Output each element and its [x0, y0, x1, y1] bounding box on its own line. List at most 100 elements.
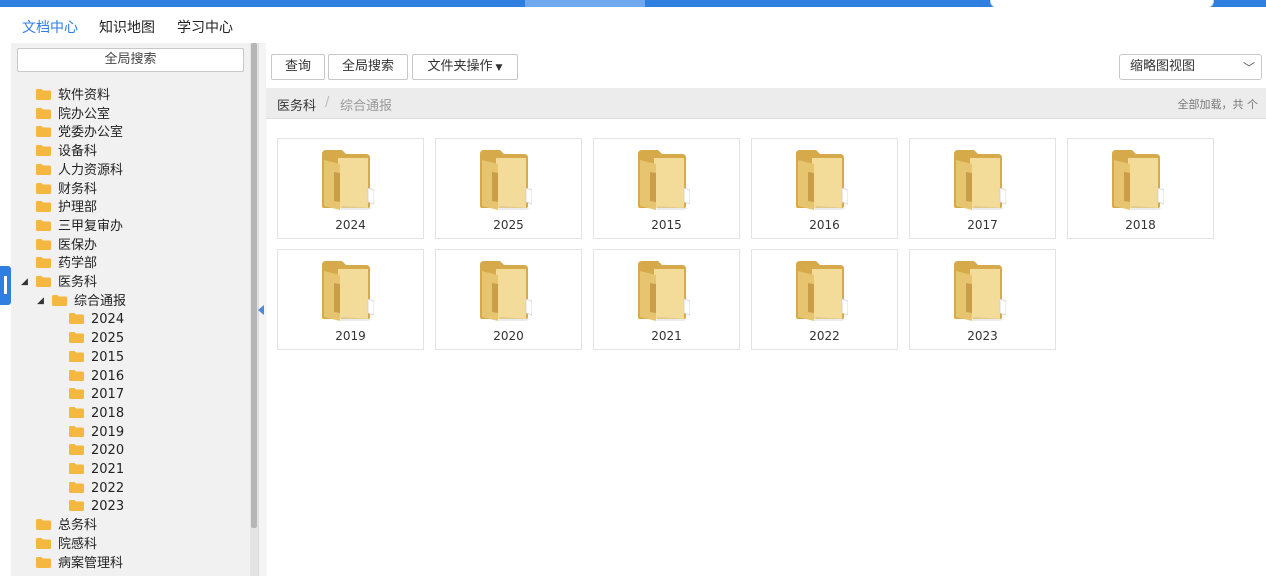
folder-card-label: 2020 — [493, 329, 524, 343]
folder-card-label: 2018 — [1125, 218, 1156, 232]
folder-thumbnail-icon — [480, 261, 532, 321]
tree-node-label: 三甲复审办 — [58, 218, 124, 234]
tree-node-label: 医保办 — [58, 237, 98, 253]
folder-card[interactable]: 2017 — [909, 138, 1056, 239]
folder-card[interactable]: 2019 — [277, 249, 424, 350]
folder-grid: 2024 2025 2015 2016 2017 2018 2019 2020 2021 2022… — [266, 119, 1266, 576]
tree-node-label: 2022 — [91, 480, 125, 496]
caret-down-icon: ▼ — [495, 63, 503, 73]
tree-node-label: 2018 — [91, 405, 125, 421]
active-top-nav-highlight — [525, 0, 645, 7]
tree-node-label: 2016 — [91, 368, 125, 384]
folder-icon — [69, 481, 84, 493]
tree-node-label: 2017 — [91, 387, 125, 403]
tree-node-label: 药学部 — [58, 256, 98, 272]
folder-card[interactable]: 2021 — [593, 249, 740, 350]
folder-card-label: 2015 — [651, 218, 682, 232]
app-header-strip — [0, 0, 1266, 8]
folder-icon — [36, 537, 51, 549]
folder-icon — [36, 238, 51, 250]
chevron-down-icon: ﹀ — [1242, 61, 1255, 75]
folder-icon — [36, 257, 51, 269]
tree-node-label: 院办公室 — [58, 106, 111, 122]
folder-thumbnail-icon — [954, 150, 1006, 210]
global-search-toolbar-button[interactable]: 全局搜索 — [328, 54, 408, 80]
folder-card[interactable]: 2018 — [1067, 138, 1214, 239]
folder-card-label: 2017 — [967, 218, 998, 232]
folder-card[interactable]: 2020 — [435, 249, 582, 350]
sidebar-scrollbar-thumb[interactable] — [251, 43, 257, 528]
tree-node-label: 医务科 — [58, 275, 98, 290]
query-button[interactable]: 查询 — [271, 54, 325, 80]
tree-node-label: 软件资料 — [58, 88, 111, 103]
folder-card-label: 2022 — [809, 329, 840, 343]
global-search-button[interactable]: 全局搜索 — [17, 48, 244, 72]
folder-icon — [69, 313, 84, 325]
breadcrumb: 医务科 / 综合通报 全部加载，共 个 — [266, 88, 1266, 119]
tree-node-label: 2024 — [91, 312, 125, 328]
folder-thumbnail-icon — [638, 150, 690, 210]
tree-node-label: 财务科 — [58, 181, 98, 197]
folder-icon — [69, 350, 84, 362]
folder-ops-label: 文件夹操作 — [427, 59, 493, 74]
folder-icon — [36, 219, 51, 231]
view-mode-select[interactable]: 缩略图视图 ﹀ — [1119, 54, 1262, 80]
tab-learning-center[interactable]: 学习中心 — [177, 17, 233, 37]
tree-node-label: 2023 — [91, 499, 125, 515]
tree-node-label: 人力资源科 — [58, 162, 124, 178]
tree-node-label: 2020 — [91, 443, 125, 459]
folder-icon — [69, 406, 84, 418]
tree-node-label: 2015 — [91, 349, 125, 365]
folder-icon — [69, 369, 84, 381]
folder-thumbnail-icon — [480, 150, 532, 210]
folder-card-label: 2025 — [493, 218, 524, 232]
collapse-panel-icon[interactable] — [258, 305, 264, 315]
folder-thumbnail-icon — [1112, 150, 1164, 210]
folder-icon — [69, 425, 84, 437]
folder-card-label: 2024 — [335, 218, 366, 232]
folder-thumbnail-icon — [954, 261, 1006, 321]
load-status-text: 全部加载，共 个 — [1177, 98, 1259, 111]
folder-card[interactable]: 2016 — [751, 138, 898, 239]
folder-icon — [36, 276, 51, 287]
tab-knowledge-map[interactable]: 知识地图 — [99, 17, 155, 37]
folder-icon — [36, 145, 51, 157]
module-tabs: 文档中心 知识地图 学习中心 — [0, 7, 1266, 43]
tree-node-label: 2025 — [91, 331, 125, 347]
tree-node-label: 院感科 — [58, 536, 98, 552]
folder-icon — [52, 294, 67, 306]
folder-icon — [36, 89, 51, 100]
expand-arrow-icon[interactable]: ◢ — [21, 277, 28, 287]
breadcrumb-item-current: 综合通报 — [340, 99, 393, 114]
folder-icon — [36, 519, 51, 531]
folder-card-label: 2021 — [651, 329, 682, 343]
folder-tree-panel: 全局搜索 软件资料 院办公室 党委办公室 设备科 人力资源科 财务科 护理部 三甲复审办 医保办… — [11, 43, 250, 576]
breadcrumb-separator: / — [325, 95, 330, 110]
folder-icon — [69, 332, 84, 344]
folder-card[interactable]: 2025 — [435, 138, 582, 239]
tab-document-center[interactable]: 文档中心 — [22, 17, 78, 37]
folder-thumbnail-icon — [322, 261, 374, 321]
folder-card[interactable]: 2015 — [593, 138, 740, 239]
breadcrumb-item-dept[interactable]: 医务科 — [277, 95, 316, 114]
toolbar: 查询 全局搜索 文件夹操作 ▼ 缩略图视图 ﹀ — [266, 43, 1266, 88]
folder-icon — [69, 388, 84, 400]
folder-card[interactable]: 2024 — [277, 138, 424, 239]
tree-node-label: 护理部 — [58, 200, 98, 216]
folder-thumbnail-icon — [796, 150, 848, 210]
left-panel-handle[interactable] — [0, 266, 11, 305]
tree-node-label: 2019 — [91, 424, 125, 440]
tree-node-label: 总务科 — [58, 518, 98, 534]
folder-thumbnail-icon — [796, 261, 848, 321]
folder-card[interactable]: 2022 — [751, 249, 898, 350]
tree-node-label: 病案管理科 — [58, 555, 124, 571]
expand-arrow-icon[interactable]: ◢ — [37, 296, 44, 306]
folder-ops-dropdown[interactable]: 文件夹操作 ▼ — [412, 54, 518, 80]
folder-card-label: 2019 — [335, 329, 366, 343]
folder-thumbnail-icon — [638, 261, 690, 321]
folder-icon — [36, 163, 51, 175]
folder-icon — [36, 201, 51, 213]
folder-card[interactable]: 2023 — [909, 249, 1056, 350]
folder-icon — [69, 463, 84, 474]
folder-icon — [36, 556, 51, 568]
